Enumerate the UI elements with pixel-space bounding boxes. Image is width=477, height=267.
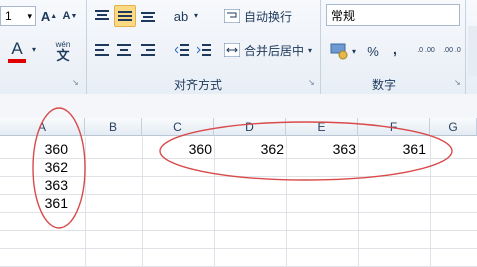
align-left-button[interactable] [92,40,112,60]
middle-align-icon [118,11,132,21]
orientation-button[interactable]: ab [170,6,192,26]
number-dialog-launcher-icon[interactable]: ↘ [454,78,461,87]
styles-group-edge [468,26,477,76]
merge-center-icon [224,43,240,57]
bottom-align-button[interactable] [138,6,158,26]
chevron-down-icon[interactable]: ▾ [27,11,32,22]
align-left-icon [95,44,109,56]
wrap-text-label: 自动换行 [244,9,293,24]
align-center-button[interactable] [114,40,134,60]
bottom-align-icon [141,12,155,22]
align-right-icon [141,44,155,56]
font-color-label: A [11,39,23,58]
percent-button[interactable]: % [364,40,382,62]
decrease-indent-icon [175,44,189,56]
merge-center-button[interactable]: 合并后居中 ▾ [224,40,316,60]
ribbon: 1 ▾ A ▲ A ▼ A ▾ wén 文 ↘ ab ▾ 自动换行 合并后居中 … [0,0,477,95]
comma-label: , [393,41,397,57]
currency-icon [330,43,348,60]
chevron-down-icon[interactable]: ▾ [350,44,358,58]
top-align-button[interactable] [92,6,112,26]
wrap-text-icon [224,9,240,23]
wrap-text-button[interactable]: 自动换行 [224,6,314,26]
font-color-button[interactable]: A [4,38,30,64]
decrease-decimal-button[interactable]: .00 .0 [440,40,464,62]
grow-font-button[interactable]: A ▲ [40,6,58,26]
alignment-group: ab ▾ 自动换行 合并后居中 ▾ 对齐方式 ↘ [86,0,321,94]
number-group-label: 数字 [372,78,397,92]
align-right-button[interactable] [138,40,158,60]
decrease-indent-button[interactable] [172,40,192,60]
phonetic-guide-button[interactable]: wén 文 [48,38,78,64]
merge-center-label: 合并后居中 [244,43,305,58]
annotation-overlay [32,107,453,229]
font-size-value: 1 [5,9,12,23]
align-center-icon [117,44,131,56]
chevron-down-icon[interactable]: ▾ [30,42,38,56]
middle-align-button[interactable] [114,5,136,27]
grow-font-label: A [40,8,51,24]
chevron-down-icon[interactable]: ▾ [308,46,312,55]
increase-decimal-label: .0 .00 [417,47,435,54]
text-orientation-icon: ab [173,8,189,24]
font-dialog-launcher-icon[interactable]: ↘ [72,78,79,87]
font-color-swatch [8,59,26,63]
increase-indent-button[interactable] [194,40,214,60]
shrink-font-button[interactable]: A ▼ [61,6,79,26]
number-format-value: 常规 [331,8,356,23]
increase-indent-icon [197,44,211,56]
currency-button[interactable] [328,40,350,62]
alignment-dialog-launcher-icon[interactable]: ↘ [308,78,315,87]
alignment-group-label: 对齐方式 [174,78,223,92]
number-group: 常规 ▾ % , .0 .00 .00 .0 数字 ↘ [320,0,466,94]
top-align-icon [95,10,109,20]
column-a-highlight-ellipse [32,107,86,229]
row-highlight-ellipse [159,121,453,181]
decrease-decimal-label: .00 .0 [443,47,461,54]
font-size-box[interactable]: 1 ▾ [0,6,36,26]
comma-button[interactable]: , [386,38,404,60]
shrink-font-label: A [62,10,71,22]
percent-label: % [367,43,379,59]
chevron-down-icon[interactable]: ▾ [192,8,200,22]
font-group: 1 ▾ A ▲ A ▼ A ▾ wén 文 ↘ [0,0,87,94]
number-format-box[interactable]: 常规 [326,4,460,26]
increase-decimal-button[interactable]: .0 .00 [414,40,438,62]
phonetic-icon: 文 [56,47,70,63]
